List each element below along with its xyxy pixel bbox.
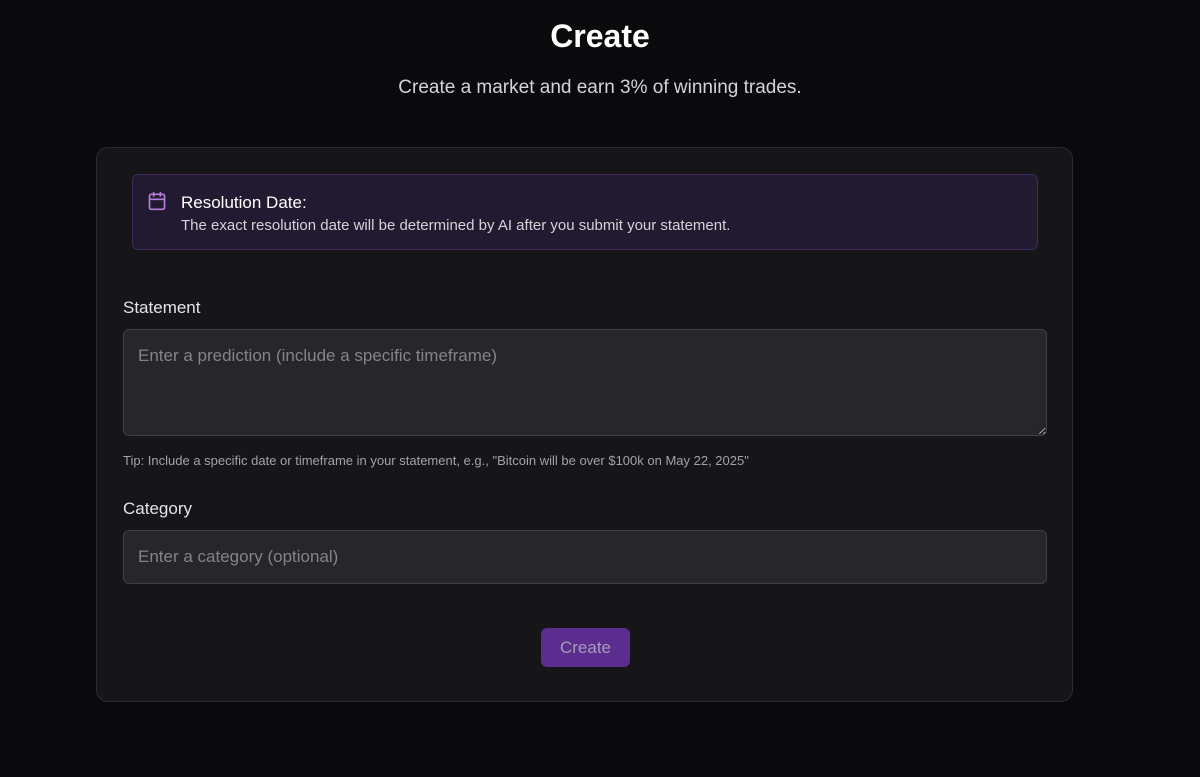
category-input[interactable] xyxy=(123,530,1047,584)
notice-text: The exact resolution date will be determ… xyxy=(181,217,731,234)
create-button[interactable]: Create xyxy=(541,628,630,667)
notice-title: Resolution Date: xyxy=(181,193,307,212)
category-label: Category xyxy=(123,499,192,518)
page-subtitle: Create a market and earn 3% of winning t… xyxy=(398,77,802,98)
resolution-date-notice: Resolution Date: The exact resolution da… xyxy=(132,174,1038,250)
statement-input[interactable] xyxy=(123,329,1047,436)
calendar-icon xyxy=(147,191,167,211)
page-title: Create xyxy=(550,18,650,54)
statement-label: Statement xyxy=(123,298,201,317)
create-market-card: Resolution Date: The exact resolution da… xyxy=(96,147,1073,702)
statement-tip: Tip: Include a specific date or timefram… xyxy=(123,453,749,468)
